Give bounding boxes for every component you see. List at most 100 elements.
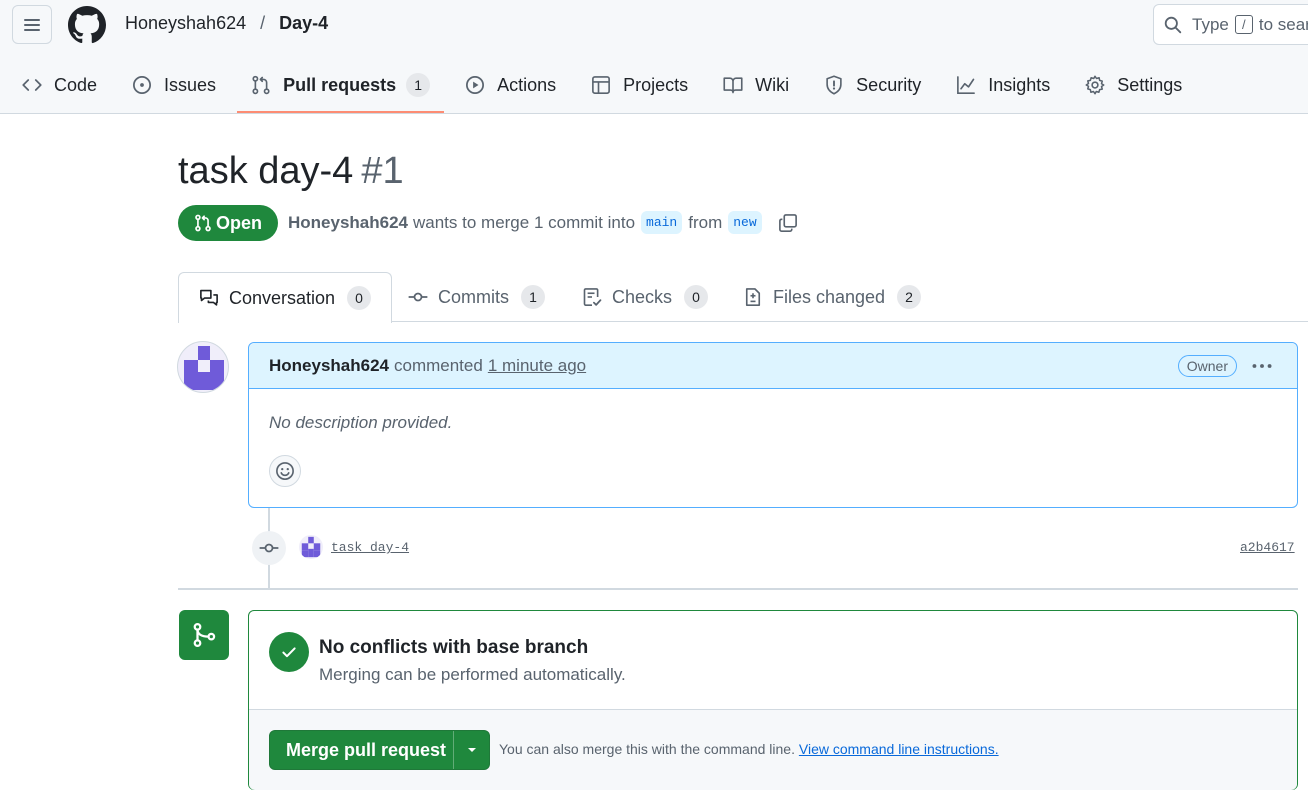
tab-wiki-label: Wiki <box>755 74 790 95</box>
tab-code[interactable]: Code <box>8 64 111 106</box>
checks-count: 0 <box>684 285 709 309</box>
git-commit-icon <box>259 543 279 553</box>
pr-meta-text: wants to merge 1 commit into <box>413 212 636 232</box>
breadcrumb-separator: / <box>260 13 266 33</box>
tab-code-label: Code <box>54 74 98 95</box>
tab-projects-label: Projects <box>623 74 689 95</box>
tab-projects[interactable]: Projects <box>577 64 702 106</box>
tab-security[interactable]: Security <box>810 64 935 106</box>
book-icon <box>723 77 743 94</box>
status-badge: Open <box>178 205 278 241</box>
smiley-icon <box>276 462 294 480</box>
tab-issues[interactable]: Issues <box>118 64 230 106</box>
search-suffix: to search <box>1258 14 1308 34</box>
gear-icon <box>1085 75 1105 95</box>
pr-title-text: task day-4 <box>178 150 354 192</box>
tab-commits-label: Commits <box>438 286 509 307</box>
menu-button[interactable] <box>12 5 52 44</box>
git-commit-icon <box>408 292 428 302</box>
merge-status-icon <box>179 610 229 660</box>
add-reaction-button[interactable] <box>269 455 301 487</box>
github-logo-icon[interactable] <box>68 6 106 44</box>
conversation-count: 0 <box>347 286 372 310</box>
tab-commits[interactable]: Commits 1 <box>408 272 545 322</box>
tab-insights-label: Insights <box>988 74 1051 95</box>
status-label: Open <box>215 212 262 233</box>
breadcrumb-repo[interactable]: Day-4 <box>279 13 328 34</box>
pr-number: #1 <box>361 150 404 192</box>
merge-status-title: No conflicts with base branch <box>319 637 589 658</box>
tab-pull-requests-label: Pull requests <box>283 74 397 95</box>
commits-count: 1 <box>521 285 545 309</box>
commit-sha-link[interactable]: a2b4617 <box>1240 540 1295 555</box>
graph-icon <box>957 76 976 94</box>
base-branch[interactable]: main <box>641 211 683 234</box>
tab-checks[interactable]: Checks 0 <box>582 272 709 322</box>
comment-timestamp[interactable]: 1 minute ago <box>488 356 586 376</box>
tab-security-label: Security <box>856 74 922 95</box>
owner-badge: Owner <box>1177 355 1237 377</box>
code-icon <box>22 79 42 91</box>
merge-pull-request-button[interactable]: Merge pull request <box>269 730 490 770</box>
kebab-horizontal-icon[interactable] <box>1251 355 1273 377</box>
tab-actions-label: Actions <box>497 74 557 95</box>
tab-files-changed-label: Files changed <box>773 286 886 307</box>
tab-pull-requests[interactable]: Pull requests 1 <box>237 64 445 113</box>
tab-issues-label: Issues <box>164 74 217 95</box>
command-line-hint: You can also merge this with the command… <box>499 741 999 757</box>
git-merge-icon <box>193 622 216 648</box>
pr-from-text: from <box>688 212 723 232</box>
file-diff-icon <box>745 288 761 306</box>
tab-conversation[interactable]: Conversation 0 <box>178 272 393 323</box>
page-title: task day-4 #1 <box>178 150 404 193</box>
table-icon <box>592 76 611 94</box>
pr-meta: Honeyshah624 wants to merge 1 commit int… <box>288 211 798 234</box>
avatar[interactable] <box>177 341 229 393</box>
tab-wiki[interactable]: Wiki <box>709 64 803 106</box>
git-pull-request-icon <box>252 75 270 95</box>
tab-checks-label: Checks <box>612 286 673 307</box>
pr-author[interactable]: Honeyshah624 <box>288 213 408 233</box>
view-command-line-link[interactable]: View command line instructions. <box>799 741 999 757</box>
merge-status-subtitle: Merging can be performed automatically. <box>319 665 626 684</box>
breadcrumb: Honeyshah624 / Day-4 <box>125 13 328 34</box>
search-icon <box>1164 16 1182 33</box>
search-shortcut-key: / <box>1234 15 1253 34</box>
comment-discussion-icon <box>200 289 218 306</box>
tab-files-changed[interactable]: Files changed 2 <box>743 272 922 322</box>
check-status <box>269 632 309 672</box>
breadcrumb-owner[interactable]: Honeyshah624 <box>125 13 246 34</box>
check-icon <box>282 647 296 658</box>
issue-opened-icon <box>133 76 152 94</box>
head-branch[interactable]: new <box>728 211 762 234</box>
search-input[interactable]: Type / to search <box>1153 4 1308 45</box>
merge-options-dropdown[interactable] <box>453 731 489 769</box>
checklist-icon <box>583 288 602 306</box>
merge-button-label: Merge pull request <box>286 739 447 760</box>
tab-actions[interactable]: Actions <box>451 64 570 106</box>
comment-body: No description provided. <box>269 413 453 432</box>
comment-box: Honeyshah624 commented 1 minute ago Owne… <box>248 342 1298 508</box>
shield-icon <box>826 75 842 95</box>
tab-settings[interactable]: Settings <box>1071 64 1196 106</box>
merge-footer: Merge pull request You can also merge th… <box>249 709 1297 790</box>
comment-action: commented <box>394 355 483 375</box>
merge-box: No conflicts with base branch Merging ca… <box>248 610 1298 790</box>
copy-icon[interactable] <box>778 213 798 233</box>
tab-insights[interactable]: Insights <box>942 64 1064 106</box>
pull-requests-count: 1 <box>406 73 431 97</box>
repo-nav: Code Issues Pull requests 1 Actions Proj… <box>0 64 1196 114</box>
commit-avatar[interactable] <box>299 535 323 559</box>
timeline-divider <box>178 588 1298 590</box>
comment-header: Honeyshah624 commented 1 minute ago Owne… <box>249 343 1297 389</box>
pr-tabs: Conversation 0 Commits 1 Checks 0 Files … <box>178 272 1308 323</box>
command-line-hint-text: You can also merge this with the command… <box>499 741 795 757</box>
app-header: Honeyshah624 / Day-4 Type / to search Co… <box>0 0 1308 114</box>
tab-settings-label: Settings <box>1117 74 1183 95</box>
triangle-down-icon <box>467 748 476 752</box>
search-prefix: Type <box>1192 14 1229 34</box>
hamburger-icon <box>24 18 40 31</box>
comment-author[interactable]: Honeyshah624 <box>269 356 389 376</box>
git-pull-request-icon <box>195 214 211 232</box>
commit-message-link[interactable]: task day-4 <box>331 540 409 555</box>
